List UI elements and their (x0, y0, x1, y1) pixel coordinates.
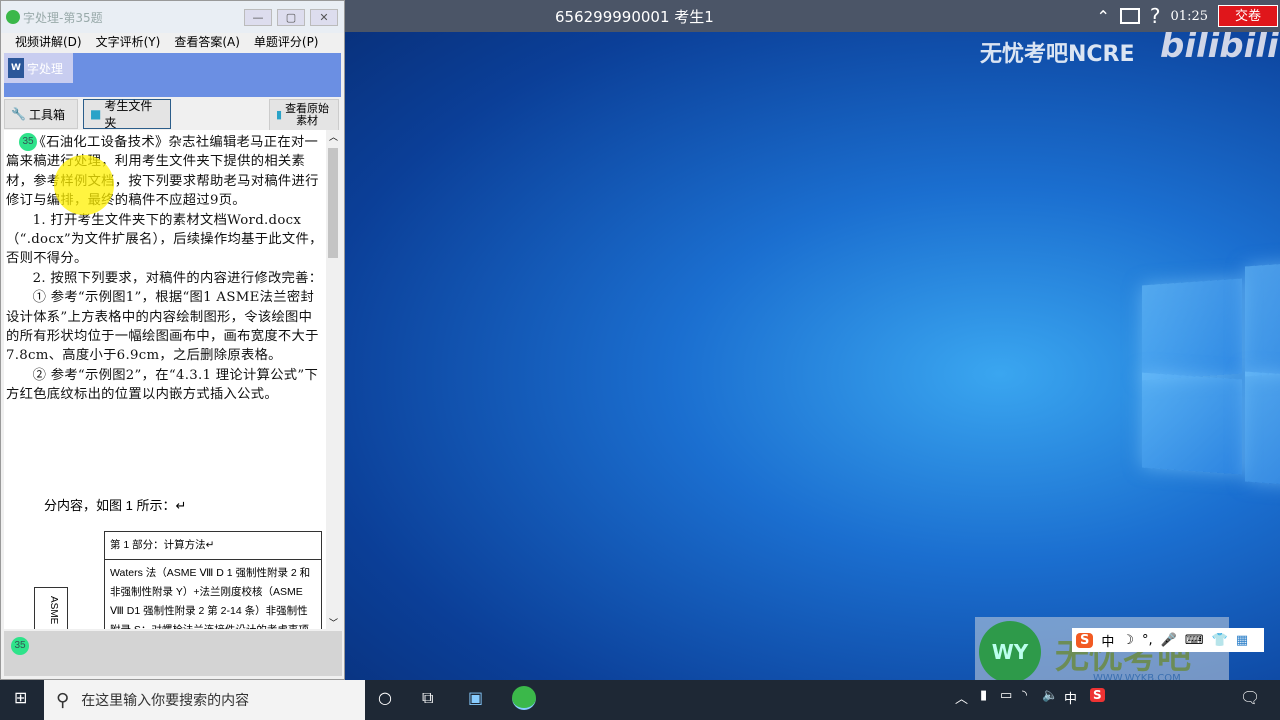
cursor-highlight (54, 155, 114, 215)
menu-video[interactable]: 视频讲解(D) (15, 33, 82, 51)
question-window: 字处理-第35题 — ▢ ✕ 视频讲解(D) 文字评析(Y) 查看答案(A) 单… (0, 0, 345, 680)
scroll-up-icon[interactable]: ︿ (329, 130, 338, 143)
windows-logo-pane (1142, 278, 1242, 381)
exam-id: 656299990001 考生1 (555, 8, 714, 26)
desktop-wallpaper (345, 0, 1280, 680)
question-number-badge: 35 (19, 133, 37, 151)
windows-logo-pane (1142, 372, 1242, 475)
tray-lang[interactable]: 中 (1064, 688, 1077, 707)
cortana-icon[interactable]: ○ (378, 688, 392, 707)
category-tab[interactable]: W 字处理 (4, 53, 73, 83)
scroll-thumb[interactable] (328, 148, 338, 258)
menu-bar: 视频讲解(D) 文字评析(Y) 查看答案(A) 单题评分(P) (1, 33, 344, 51)
view-original-button[interactable]: ▮ 查看原始素材 (269, 99, 339, 131)
wyk-logo: WY (979, 621, 1041, 683)
folder-icon: ■ (90, 107, 102, 121)
question-content: 35 《石油化工设备技术》杂志社编辑老马正在对一篇来稿进行处理，利用考生文件夹下… (4, 130, 340, 629)
grid-icon[interactable]: ▦ (1236, 633, 1248, 648)
exam-top-bar: 656299990001 考生1 ⌃ ? 01:25 交卷 (345, 0, 1280, 32)
scroll-down-icon[interactable]: ﹀ (329, 616, 338, 629)
category-banner: W 字处理 (4, 53, 341, 97)
paragraph: 1. 打开考生文件夹下的素材文档Word.docx（“.docx”为文件扩展名）… (6, 212, 323, 267)
start-icon[interactable]: ⊞ (14, 688, 27, 707)
usb-icon[interactable]: ▮ (980, 688, 987, 703)
bilibili-logo: bilibili (1160, 26, 1279, 66)
doc-table-body: Waters 法（ASME Ⅷ D 1 强制性附录 2 和非强制性附录 Y）+法… (104, 559, 322, 629)
collapse-icon[interactable]: ⌃ (1097, 7, 1110, 26)
mic-icon[interactable]: 🎤 (1161, 633, 1177, 648)
file-icon: ▮ (276, 108, 283, 121)
student-folder-button[interactable]: ■ 考生文件夹 (83, 99, 171, 130)
windows-logo-pane (1245, 371, 1280, 491)
keyboard-icon[interactable]: ⌨ (1185, 633, 1204, 648)
sogou-tray-icon[interactable]: S (1090, 688, 1105, 702)
ime-toolbar[interactable]: S 中 ☽ °, 🎤 ⌨ 👕 ▦ (1072, 628, 1264, 652)
doc-caption: 分内容，如图 1 所示：↵ (44, 498, 187, 513)
submit-button[interactable]: 交卷 (1218, 5, 1278, 27)
moon-icon[interactable]: ☽ (1122, 633, 1134, 648)
app-logo-icon (6, 10, 20, 24)
question-number-badge: 35 (11, 637, 29, 655)
scrollbar[interactable]: ︿ ﹀ (326, 130, 340, 629)
timer: 01:25 (1170, 8, 1208, 24)
sogou-icon[interactable]: S (1076, 632, 1094, 648)
punctuation-icon[interactable]: °, (1142, 633, 1153, 648)
word-icon: W (8, 58, 24, 78)
toolbox-button[interactable]: 🔧 工具箱 (4, 99, 78, 129)
volume-icon[interactable]: 🔈 (1042, 688, 1058, 703)
shirt-icon[interactable]: 👕 (1212, 633, 1228, 648)
menu-score[interactable]: 单题评分(P) (254, 33, 319, 51)
taskbar-search[interactable]: ⚲ 在这里输入你要搜索的内容 (44, 680, 365, 720)
paragraph: 2. 按照下列要求，对稿件的内容进行修改完善： (32, 270, 323, 286)
wifi-icon[interactable]: ◝ (1022, 688, 1027, 703)
toolbar: 🔧 工具箱 ■ 考生文件夹 ▮ 查看原始素材 (1, 97, 344, 131)
window-title: 字处理-第35题 (23, 10, 103, 25)
paragraph: 《石油化工设备技术》杂志社编辑老马正在对一篇来稿进行处理，利用考生文件夹下提供的… (6, 135, 319, 209)
watermark-text: 无忧考吧NCRE (980, 42, 1135, 67)
windows-logo-pane (1245, 257, 1280, 377)
bottom-panel: 35 (4, 631, 342, 676)
toolbox-label: 工具箱 (28, 107, 65, 122)
doc-table: 第 1 部分：计算方法↵ Waters 法（ASME Ⅷ D 1 强制性附录 2… (104, 531, 322, 629)
search-placeholder: 在这里输入你要搜索的内容 (81, 693, 250, 709)
view-original-label: 查看原始素材 (285, 102, 330, 127)
doc-preview-image: 分内容，如图 1 所示：↵ ASME 第 1 部分：计算方法↵ Waters 法… (4, 485, 324, 629)
window-icon[interactable] (1119, 8, 1140, 24)
paragraph: ② 参考“示例图2”，在“4.3.1 理论计算公式”下方红色底纹标出的位置以内嵌… (6, 367, 319, 403)
maximize-button[interactable]: ▢ (277, 9, 305, 26)
student-folder-label: 考生文件夹 (104, 99, 153, 130)
notification-icon[interactable]: 🗨 (1240, 688, 1260, 707)
title-bar: 字处理-第35题 — ▢ ✕ (1, 1, 344, 33)
taskbar: ⊞ ⚲ 在这里输入你要搜索的内容 ○ ⧉ ▣ ︿ ▮ ▭ ◝ 🔈 中 S 🗨 (0, 680, 1280, 720)
menu-analysis[interactable]: 文字评析(Y) (96, 33, 161, 51)
doc-table-head: 第 1 部分：计算方法↵ (104, 531, 322, 560)
wrench-icon: 🔧 (11, 107, 26, 121)
wy-app-icon[interactable] (512, 686, 536, 710)
task-view-icon[interactable]: ⧉ (422, 688, 433, 708)
app-icon[interactable]: ▣ (468, 688, 483, 707)
close-button[interactable]: ✕ (310, 9, 338, 26)
question-text: 《石油化工设备技术》杂志社编辑老马正在对一篇来稿进行处理，利用考生文件夹下提供的… (4, 130, 340, 405)
menu-answer[interactable]: 查看答案(A) (174, 33, 240, 51)
category-label: 字处理 (27, 61, 64, 76)
search-icon: ⚲ (56, 689, 70, 711)
ime-lang[interactable]: 中 (1101, 631, 1114, 650)
battery-icon[interactable]: ▭ (1000, 688, 1012, 703)
tray-expand-icon[interactable]: ︿ (955, 688, 968, 707)
doc-side-box: ASME (34, 587, 68, 629)
paragraph: ① 参考“示例图1”，根据“图1 ASME法兰密封设计体系”上方表格中的内容绘制… (6, 290, 319, 364)
help-icon[interactable]: ? (1150, 4, 1161, 28)
minimize-button[interactable]: — (244, 9, 272, 26)
